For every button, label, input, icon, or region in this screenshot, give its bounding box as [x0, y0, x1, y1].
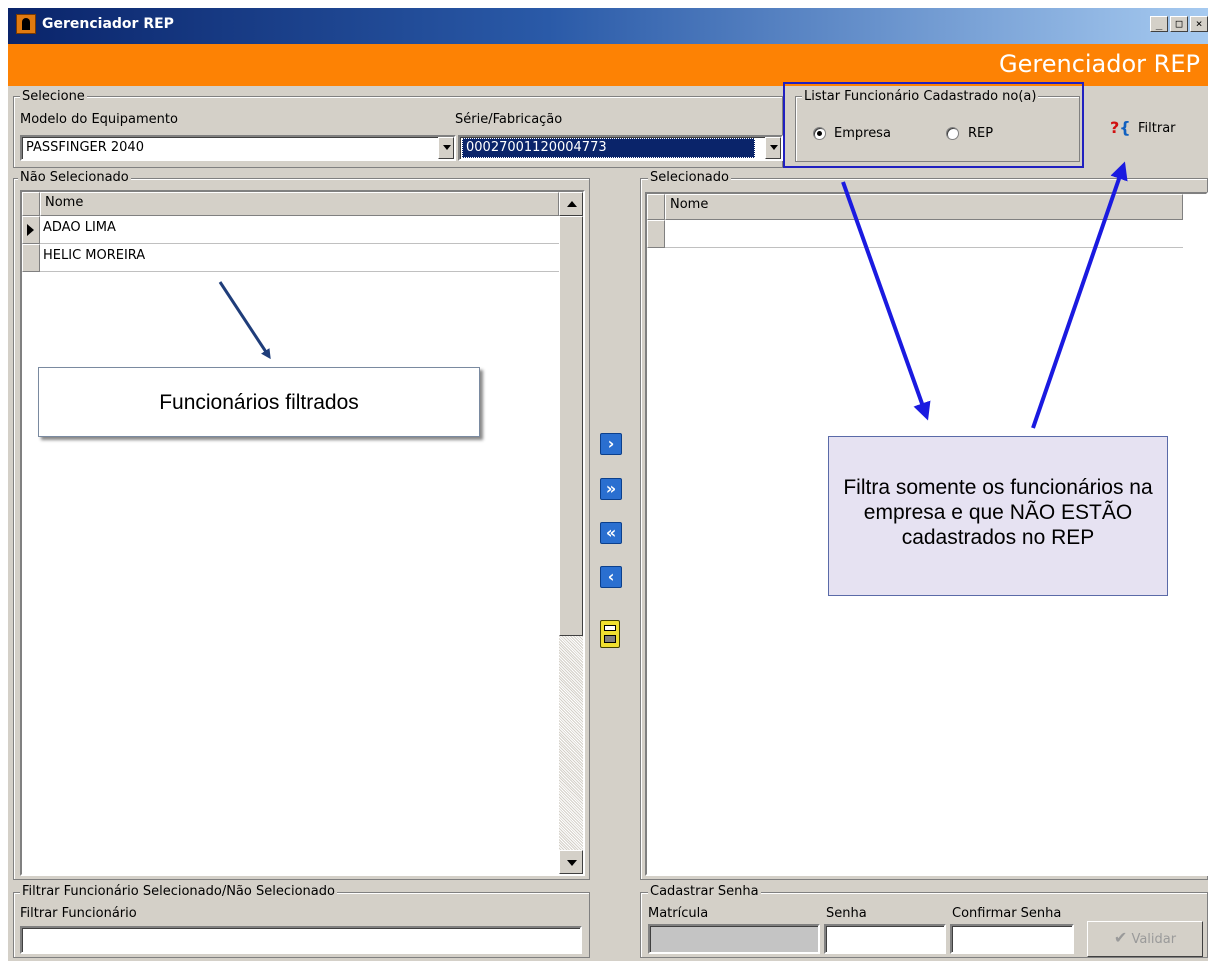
annotation-arrow-3: [1031, 161, 1128, 429]
annotation-callout-funcionarios: Funcionários filtrados: [38, 367, 480, 437]
annotation-arrow-2: [841, 181, 931, 421]
annotation-callout-filtra: Filtra somente os funcionários na empres…: [828, 436, 1168, 596]
annotation-arrow-1: [218, 281, 271, 360]
